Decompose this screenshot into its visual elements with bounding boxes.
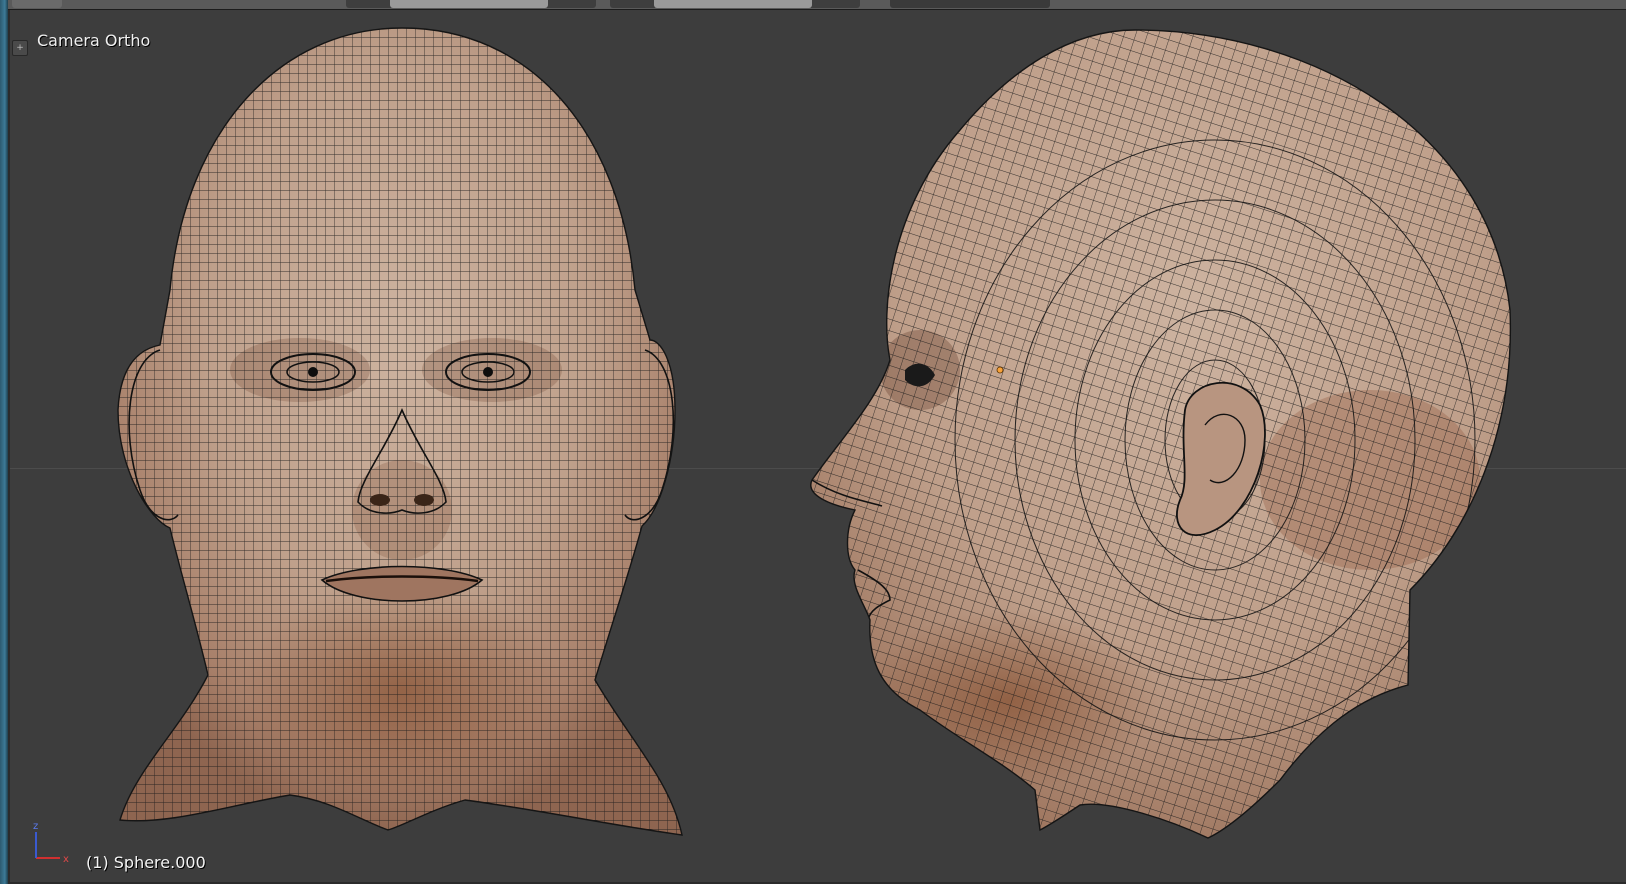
header-selector[interactable] <box>890 0 1050 8</box>
side-head-mesh[interactable] <box>790 10 1626 882</box>
z-axis-label: z <box>33 821 38 832</box>
3d-viewport[interactable]: Camera Ortho + z x (1) Sphere.000 <box>10 10 1626 882</box>
object-info-label: (1) Sphere.000 <box>86 853 206 872</box>
header-field-1[interactable] <box>390 0 548 8</box>
header-field-2[interactable] <box>654 0 812 8</box>
header-button[interactable] <box>12 0 62 8</box>
window-edge-strip <box>0 0 8 884</box>
axis-gizmo-icon: z x <box>33 821 69 865</box>
x-axis-label: x <box>63 854 69 865</box>
tool-shelf-toggle-icon[interactable]: + <box>12 40 28 56</box>
viewport-header <box>8 0 1626 10</box>
selected-vertex[interactable] <box>996 366 1004 374</box>
front-head-mesh[interactable] <box>10 10 810 882</box>
viewport-canvas <box>10 10 1626 882</box>
view-name-label: Camera Ortho <box>37 31 151 50</box>
